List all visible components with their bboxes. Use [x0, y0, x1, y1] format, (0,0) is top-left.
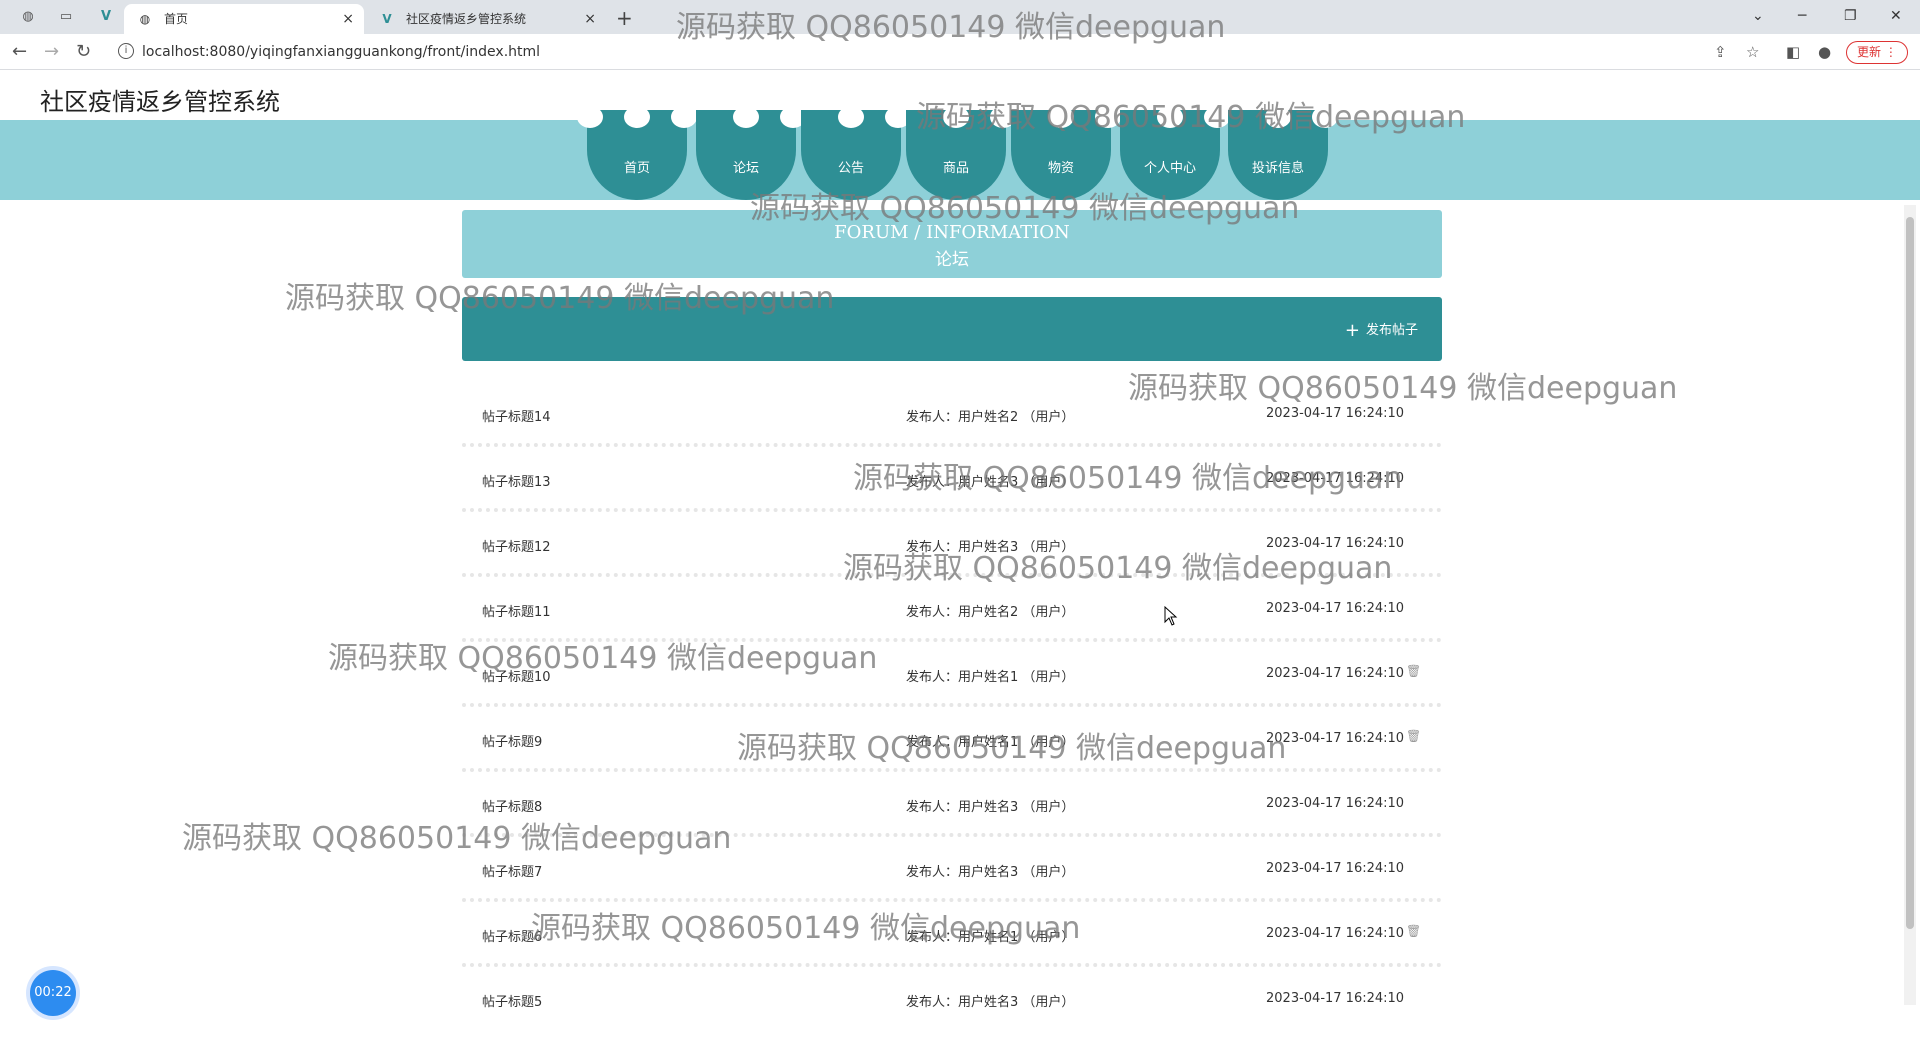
post-title[interactable]: 帖子标题5 — [482, 991, 542, 1010]
post-title[interactable]: 帖子标题10 — [482, 666, 551, 685]
tab-home[interactable]: ◍ 首页 × — [124, 4, 364, 34]
url-field[interactable]: localhost:8080/yiqingfanxiangguankong/fr… — [142, 44, 540, 60]
trash-icon[interactable]: 🗑 — [1406, 924, 1421, 938]
post-row[interactable]: 帖子标题6 发布人：用户姓名1 （用户） 2023-04-17 16:24:10 🗑 — [462, 902, 1442, 967]
chevron-down-icon[interactable]: ⌄ — [1752, 4, 1764, 28]
post-date: 2023-04-17 16:24:10 — [1266, 731, 1405, 746]
browser-tab-bar: ◍ ▭ V ◍ 首页 × V 社区疫情返乡管控系统 × + ⌄ ─ ❐ ✕ — [0, 0, 1920, 34]
post-title[interactable]: 帖子标题12 — [482, 536, 551, 555]
nav-item-supplies[interactable]: 物资 — [1011, 157, 1111, 176]
post-date: 2023-04-17 16:24:10 — [1266, 926, 1405, 941]
post-row[interactable]: 帖子标题11 发布人：用户姓名2 （用户） 2023-04-17 16:24:10 — [462, 577, 1442, 642]
forum-action-bar: + 发布帖子 — [462, 297, 1442, 361]
globe-icon: ◍ — [139, 12, 151, 26]
publish-post-button[interactable]: + 发布帖子 — [1345, 319, 1418, 341]
update-button[interactable]: 更新 ⋮ — [1846, 41, 1908, 64]
publish-post-label: 发布帖子 — [1365, 323, 1418, 338]
nav-item-goods[interactable]: 商品 — [906, 157, 1006, 176]
post-date: 2023-04-17 16:24:10 — [1266, 601, 1405, 616]
post-row[interactable]: 帖子标题7 发布人：用户姓名3 （用户） 2023-04-17 16:24:10 — [462, 837, 1442, 902]
site-title: 社区疫情返乡管控系统 — [40, 88, 280, 116]
nav-item-home[interactable]: 首页 — [587, 157, 687, 176]
back-icon[interactable]: ← — [12, 42, 27, 62]
forum-banner: FORUM / INFORMATION 论坛 — [462, 210, 1442, 278]
tab-system[interactable]: V 社区疫情返乡管控系统 × — [366, 4, 606, 34]
forward-icon[interactable]: → — [44, 42, 59, 62]
post-date: 2023-04-17 16:24:10 — [1266, 861, 1405, 876]
post-author: 发布人：用户姓名3 （用户） — [906, 475, 1075, 490]
post-row[interactable]: 帖子标题14 发布人：用户姓名2 （用户） 2023-04-17 16:24:10 — [462, 382, 1442, 447]
page-scrollbar[interactable] — [1904, 205, 1916, 1005]
post-author: 发布人：用户姓名2 （用户） — [906, 410, 1075, 425]
tab-label: 社区疫情返乡管控系统 — [406, 12, 527, 26]
recording-timer: 00:22 — [30, 970, 76, 1016]
vue-logo-icon: V — [382, 12, 392, 26]
close-icon[interactable]: × — [584, 4, 596, 34]
post-date: 2023-04-17 16:24:10 — [1266, 471, 1405, 486]
mouse-cursor-icon — [1164, 606, 1178, 626]
post-date: 2023-04-17 16:24:10 — [1266, 666, 1405, 681]
nav-item-complaints[interactable]: 投诉信息 — [1228, 157, 1328, 176]
folder-icon[interactable]: ▭ — [58, 9, 74, 25]
post-title[interactable]: 帖子标题14 — [482, 406, 551, 425]
post-author: 发布人：用户姓名3 （用户） — [906, 995, 1075, 1010]
post-row[interactable]: 帖子标题9 发布人：用户姓名1 （用户） 2023-04-17 16:24:10 🗑 — [462, 707, 1442, 772]
trash-icon[interactable]: 🗑 — [1406, 664, 1421, 678]
minimize-button[interactable]: ─ — [1798, 4, 1806, 28]
post-title[interactable]: 帖子标题7 — [482, 861, 542, 880]
scrollbar-thumb[interactable] — [1906, 217, 1914, 929]
post-title[interactable]: 帖子标题13 — [482, 471, 551, 490]
post-author: 发布人：用户姓名3 （用户） — [906, 540, 1075, 555]
post-title[interactable]: 帖子标题11 — [482, 601, 551, 620]
post-title[interactable]: 帖子标题9 — [482, 731, 542, 750]
star-icon[interactable]: ☆ — [1746, 42, 1759, 62]
post-row[interactable]: 帖子标题13 发布人：用户姓名3 （用户） 2023-04-17 16:24:10 — [462, 447, 1442, 512]
plus-icon: + — [1344, 320, 1360, 341]
reload-icon[interactable]: ↻ — [76, 42, 91, 62]
post-row[interactable]: 帖子标题5 发布人：用户姓名3 （用户） 2023-04-17 16:24:10 — [462, 967, 1442, 1032]
nav-item-forum[interactable]: 论坛 — [696, 157, 796, 176]
post-row[interactable]: 帖子标题10 发布人：用户姓名1 （用户） 2023-04-17 16:24:10 🗑 — [462, 642, 1442, 707]
post-title[interactable]: 帖子标题6 — [482, 926, 542, 945]
post-author: 发布人：用户姓名3 （用户） — [906, 865, 1075, 880]
post-author: 发布人：用户姓名1 （用户） — [906, 670, 1075, 685]
banner-title-en: FORUM / INFORMATION — [834, 222, 1070, 243]
new-tab-button[interactable]: + — [616, 4, 633, 32]
post-date: 2023-04-17 16:24:10 — [1266, 406, 1405, 421]
post-author: 发布人：用户姓名2 （用户） — [906, 605, 1075, 620]
post-date: 2023-04-17 16:24:10 — [1266, 991, 1405, 1006]
close-window-button[interactable]: ✕ — [1890, 4, 1902, 28]
banner-title-zh: 论坛 — [935, 250, 969, 270]
close-icon[interactable]: × — [342, 4, 354, 34]
address-bar: ← → ↻ i localhost:8080/yiqingfanxianggua… — [0, 34, 1920, 70]
share-icon[interactable]: ⇪ — [1714, 42, 1727, 62]
post-author: 发布人：用户姓名1 （用户） — [906, 930, 1075, 945]
sidebar-icon[interactable]: ◧ — [1786, 42, 1800, 62]
trash-icon[interactable]: 🗑 — [1406, 729, 1421, 743]
post-author: 发布人：用户姓名3 （用户） — [906, 800, 1075, 815]
tab-label: 首页 — [164, 12, 189, 26]
restore-button[interactable]: ❐ — [1844, 4, 1857, 28]
nav-item-profile[interactable]: 个人中心 — [1120, 157, 1220, 176]
post-author: 发布人：用户姓名1 （用户） — [906, 735, 1075, 750]
post-date: 2023-04-17 16:24:10 — [1266, 536, 1405, 551]
post-title[interactable]: 帖子标题8 — [482, 796, 542, 815]
info-icon[interactable]: i — [118, 43, 134, 59]
vue-logo-icon[interactable]: V — [98, 9, 114, 25]
nav-item-notice[interactable]: 公告 — [801, 157, 901, 176]
post-date: 2023-04-17 16:24:10 — [1266, 796, 1405, 811]
globe-icon[interactable]: ◍ — [20, 9, 36, 25]
post-row[interactable]: 帖子标题12 发布人：用户姓名3 （用户） 2023-04-17 16:24:10 — [462, 512, 1442, 577]
post-row[interactable]: 帖子标题8 发布人：用户姓名3 （用户） 2023-04-17 16:24:10 — [462, 772, 1442, 837]
update-label: 更新 — [1857, 45, 1882, 59]
profile-icon[interactable]: ● — [1818, 42, 1831, 62]
